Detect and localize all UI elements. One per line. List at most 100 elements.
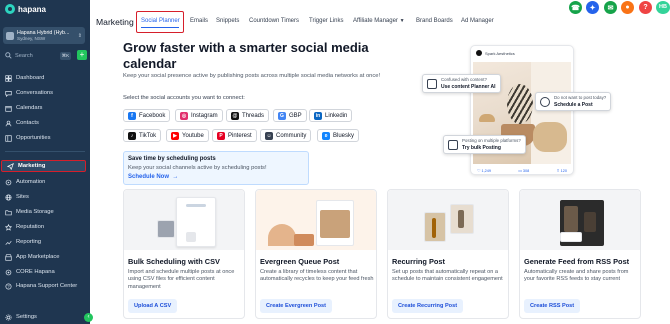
gbp-icon: G [278,111,286,120]
sidebar-search[interactable]: Search ⌘K [3,50,73,61]
sidebar-item-app-marketplace[interactable]: App Marketplace [0,251,90,263]
button-label: Facebook [139,112,166,119]
card-illustration [256,190,376,250]
card-description: Set up posts that automatically repeat o… [392,269,503,283]
sidebar-item-contacts[interactable]: Contacts [0,117,90,129]
opportunities-icon [5,134,12,142]
help-circle-icon[interactable]: ? [639,1,652,14]
hero-description: Keep your social presence active by publ… [123,73,381,79]
mockup-profile: Spark Aesthetics [476,50,515,56]
sidebar-item-automation[interactable]: Automation [0,176,90,188]
connect-instagram-button[interactable]: ◎ Instagram [175,109,223,122]
tab-snippets[interactable]: Snippets [216,18,239,24]
sidebar-item-label: CORE Hapana [16,269,55,275]
sidebar-item-settings[interactable]: Settings [0,311,90,323]
app-window: hapana Hapana Hybrid (Hyb... Sydney, NSW… [0,0,670,324]
bell-icon[interactable]: ● [621,1,634,14]
sidebar-divider [5,151,85,152]
sidebar-item-dashboard[interactable]: Dashboard [0,72,90,84]
tab-trigger-links[interactable]: Trigger Links [309,18,343,24]
arrow-right-icon: → [170,174,179,180]
account-switcher[interactable]: Hapana Hybrid (Hyb... Sydney, NSW ⇕ [3,27,85,44]
card-illustration [520,190,640,250]
bubble-answer: Try bulk Posting [462,144,501,151]
connect-youtube-button[interactable]: ▶ Youtube [166,129,209,142]
user-avatar[interactable]: HB [656,1,670,14]
sidebar-item-conversations[interactable]: Conversations [0,87,90,99]
logo-mark-icon [5,4,15,14]
connect-community-button[interactable]: ☺ Community [260,129,312,142]
sidebar-item-marketing[interactable]: Marketing [1,160,86,172]
tab-affiliate-manager[interactable]: Affiliate Manager ▼ [353,18,405,24]
connect-tiktok-button[interactable]: ♪ TikTok [123,129,162,142]
card-illustration [388,190,508,250]
core-icon [5,269,12,275]
sidebar-item-label: Reporting [16,239,42,245]
comments-count: ▭ 308 [518,169,530,173]
tab-brand-boards[interactable]: Brand Boards [416,18,453,24]
magic-icon[interactable]: ✦ [586,1,599,14]
phone-icon[interactable]: ☎ [569,1,582,14]
connect-facebook-button[interactable]: f Facebook [123,109,171,122]
megaphone-icon[interactable]: ✉ [604,1,617,14]
app-logo[interactable]: hapana [5,3,46,15]
button-label: Linkedin [325,112,348,119]
collapse-sidebar-button[interactable]: ‹ [84,313,93,322]
tiktok-icon: ♪ [128,131,136,140]
button-label: GBP [289,112,302,119]
tab-social-planner[interactable]: Social Planner [136,11,184,33]
youtube-icon: ▶ [171,131,179,140]
feature-card-bulk-csv: Bulk Scheduling with CSV Import and sche… [123,189,245,319]
sidebar-item-core-hapana[interactable]: CORE Hapana [0,266,90,278]
connect-linkedin-button[interactable]: in Linkedin [309,109,353,122]
globe-icon [5,193,12,201]
calendar-icon [5,105,12,112]
feature-card-rss: Generate Feed from RSS Post Automaticall… [519,189,641,319]
robot-icon [427,78,437,89]
facebook-icon: f [128,111,136,120]
sidebar-item-calendars[interactable]: Calendars [0,102,90,114]
sidebar-item-reputation[interactable]: Reputation [0,221,90,233]
connect-bluesky-button[interactable]: ʚ Bluesky [317,129,360,142]
tab-ad-manager[interactable]: Ad Manager [461,18,494,24]
tab-countdown-timers[interactable]: Countdown Timers [249,18,299,24]
search-shortcut-badge: ⌘K [59,51,71,60]
create-evergreen-post-button[interactable]: Create Evergreen Post [260,299,333,313]
store-icon [5,253,12,261]
create-rss-post-button[interactable]: Create RSS Post [524,299,581,313]
help-icon: ? [5,282,12,290]
sidebar: hapana Hapana Hybrid (Hyb... Sydney, NSW… [0,0,93,324]
schedule-now-link[interactable]: Schedule Now → [128,174,304,180]
connect-pinterest-button[interactable]: P Pinterest [212,129,257,142]
connect-gbp-button[interactable]: G GBP [273,109,307,122]
card-description: Automatically create and share posts fro… [524,269,629,283]
sidebar-item-label: Conversations [16,90,54,96]
sidebar-item-label: Settings [16,314,37,320]
sidebar-item-label: Contacts [16,120,39,126]
sidebar-item-support-center[interactable]: ? Hapana Support Center [0,280,90,292]
sidebar-item-label: Hapana Support Center [16,283,78,289]
sidebar-item-sites[interactable]: Sites [0,191,90,203]
clock-icon [540,96,550,107]
select-accounts-label: Select the social accounts you want to c… [123,95,245,101]
chat-icon [5,90,12,97]
schedule-tip-box: Save time by scheduling posts Keep your … [123,151,309,185]
feature-card-evergreen: Evergreen Queue Post Create a library of… [255,189,377,319]
location-icon [6,31,14,40]
bubble-answer: Schedule a Post [554,101,593,108]
bluesky-icon: ʚ [322,131,330,140]
tab-emails[interactable]: Emails [190,18,208,24]
upload-csv-button[interactable]: Upload A CSV [128,299,178,313]
logo-text: hapana [18,4,47,14]
sidebar-item-media-storage[interactable]: Media Storage [0,206,90,218]
community-icon: ☺ [265,131,273,140]
sidebar-item-opportunities[interactable]: Opportunities [0,132,90,144]
button-label: Youtube [182,132,204,139]
create-recurring-post-button[interactable]: Create Recurring Post [392,299,464,313]
connect-threads-button[interactable]: @ Threads [226,109,270,122]
star-icon [5,223,12,231]
card-title: Recurring Post [392,257,445,266]
sidebar-item-reporting[interactable]: Reporting [0,236,90,248]
button-label: Community [276,132,307,139]
quick-add-button[interactable]: + [77,50,87,60]
